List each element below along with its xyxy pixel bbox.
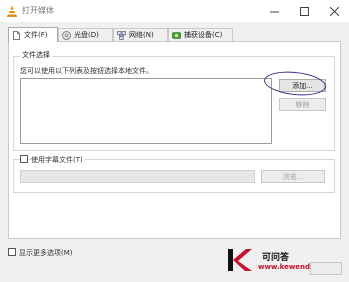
- browse-subtitle-button-label: 浏览...: [282, 172, 304, 181]
- tab-network[interactable]: 网络(N): [113, 28, 168, 41]
- watermark-brand: 可问答: [262, 253, 290, 263]
- title-bar: 打开媒体: [0, 0, 349, 22]
- use-subtitle-checkbox[interactable]: [20, 155, 28, 163]
- minimize-icon: [269, 11, 279, 12]
- tab-file[interactable]: 文件(F): [8, 27, 58, 42]
- tab-network-label: 网络(N): [129, 31, 154, 39]
- use-subtitle-label: 使用字幕文件(T): [31, 155, 85, 165]
- capture-device-icon: [172, 31, 181, 39]
- close-icon: [329, 6, 339, 16]
- file-list[interactable]: [20, 78, 272, 144]
- network-icon: [117, 30, 126, 40]
- maximize-button[interactable]: [289, 0, 319, 22]
- subtitle-path-input[interactable]: [20, 170, 255, 183]
- disc-icon: [62, 30, 71, 40]
- close-button[interactable]: [319, 0, 349, 22]
- file-icon: [13, 30, 20, 40]
- file-selection-hint: 您可以使用以下列表及按钮选择本地文件。: [20, 67, 153, 75]
- kewenda-logo-icon: [228, 249, 252, 271]
- tab-bar: 文件(F) 光盘(D) 网络(N) 捕获设备(C): [0, 27, 349, 42]
- minimize-button[interactable]: [259, 0, 289, 22]
- tab-file-label: 文件(F): [24, 31, 48, 39]
- tab-disc-label: 光盘(D): [74, 31, 99, 39]
- show-more-options-checkbox[interactable]: [8, 248, 16, 256]
- vlc-cone-icon: [7, 5, 17, 17]
- window-title: 打开媒体: [22, 6, 54, 15]
- dialog-footer: [0, 239, 349, 282]
- remove-file-button[interactable]: 移除: [279, 98, 326, 111]
- show-more-options-label: 显示更多选项(M): [19, 249, 73, 257]
- maximize-icon: [299, 6, 309, 16]
- tab-capture-device-label: 捕获设备(C): [184, 31, 223, 39]
- file-selection-group-title: 文件选择: [20, 50, 52, 60]
- remove-file-button-label: 移除: [295, 100, 310, 109]
- tab-disc[interactable]: 光盘(D): [58, 28, 113, 41]
- browse-subtitle-button[interactable]: 浏览...: [261, 170, 325, 183]
- partially-hidden-button[interactable]: [310, 262, 342, 275]
- tab-capture-device[interactable]: 捕获设备(C): [168, 28, 233, 41]
